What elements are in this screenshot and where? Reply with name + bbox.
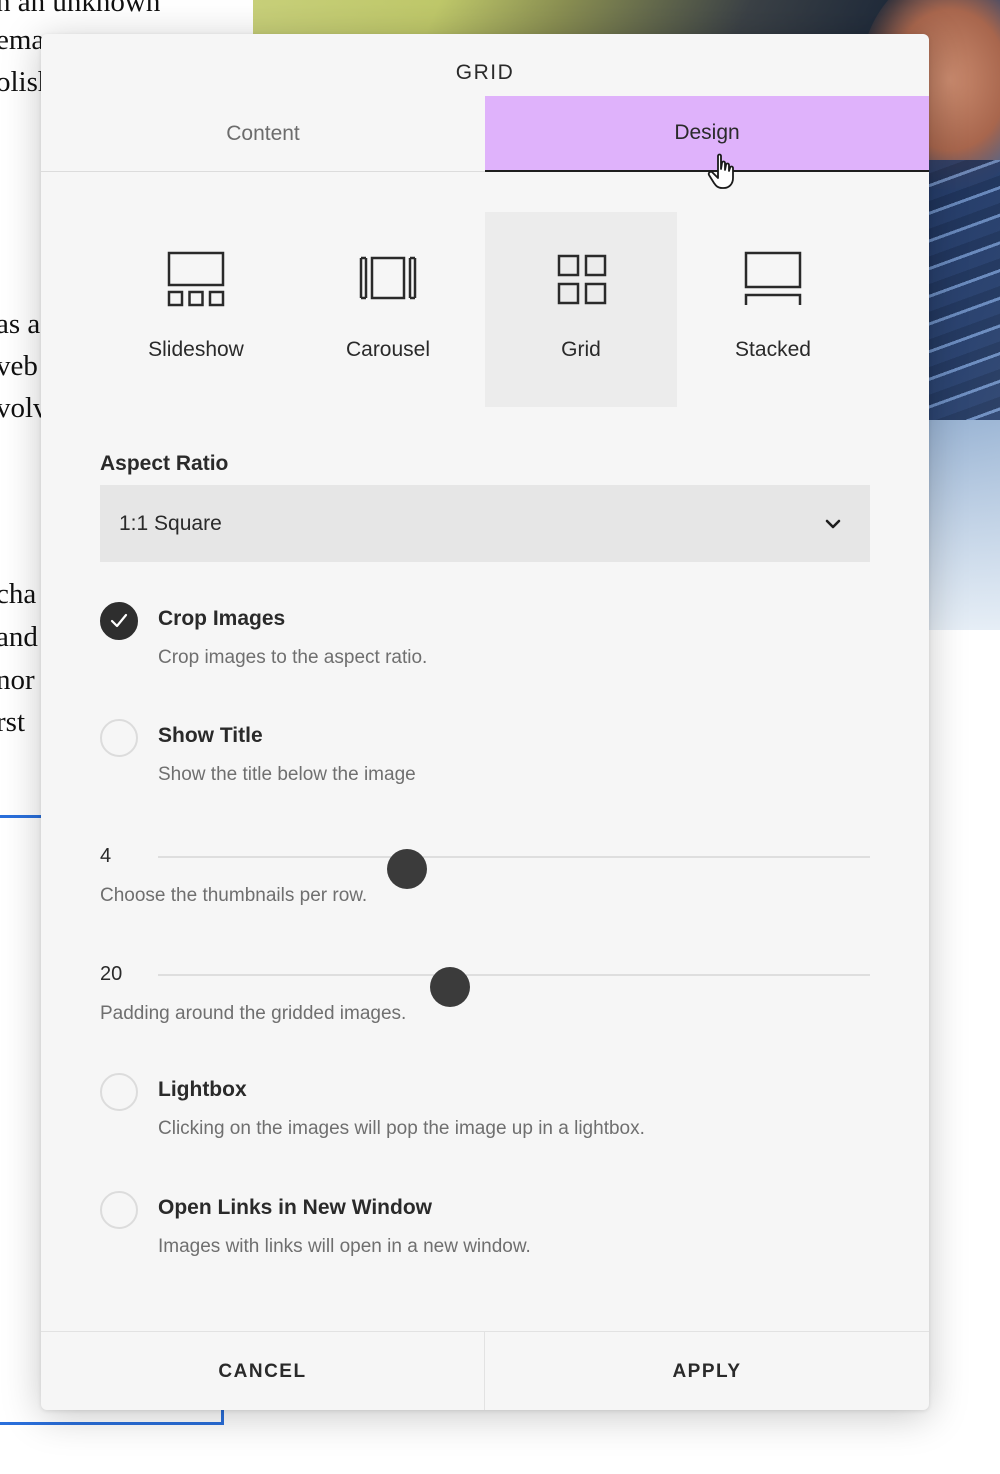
slider-track[interactable] (158, 967, 870, 1007)
slider-description: Choose the thumbnails per row. (100, 885, 368, 906)
show-title-checkbox[interactable] (100, 719, 138, 757)
option-title: Open Links in New Window (158, 1196, 432, 1219)
layout-option-carousel[interactable]: Carousel (292, 212, 484, 407)
carousel-icon (359, 256, 417, 300)
layout-label: Stacked (735, 338, 811, 361)
background-text-fragment: rst (0, 706, 25, 738)
background-divider (0, 815, 42, 818)
background-text-fragment: as a (0, 308, 41, 340)
layout-label: Grid (561, 338, 601, 361)
tab-bar: Content Design (41, 96, 929, 172)
grid-icon (557, 254, 607, 305)
option-description: Clicking on the images will pop the imag… (158, 1118, 645, 1139)
background-text-fragment: and (0, 621, 38, 653)
option-description: Images with links will open in a new win… (158, 1236, 531, 1257)
lightbox-checkbox[interactable] (100, 1073, 138, 1111)
open-links-checkbox[interactable] (100, 1191, 138, 1229)
aspect-ratio-label: Aspect Ratio (100, 452, 229, 475)
modal-footer: CANCEL APPLY (41, 1331, 929, 1410)
modal-title: GRID (455, 61, 515, 84)
aspect-ratio-select[interactable]: 1:1 Square (100, 485, 870, 562)
tab-content[interactable]: Content (41, 96, 485, 172)
option-description: Crop images to the aspect ratio. (158, 647, 428, 668)
background-text-fragment: ema (0, 24, 45, 56)
option-title: Crop Images (158, 607, 286, 630)
slider-description: Padding around the gridded images. (100, 1003, 407, 1024)
layout-picker: Slideshow Carousel Grid Stacked (100, 212, 870, 407)
cancel-button[interactable]: CANCEL (41, 1332, 485, 1410)
stacked-icon (744, 251, 802, 305)
background-text-fragment: veb (0, 350, 38, 382)
slider-track[interactable] (158, 849, 870, 889)
option-title: Show Title (158, 724, 263, 747)
layout-option-grid[interactable]: Grid (485, 212, 677, 407)
slider-handle[interactable] (429, 967, 470, 1007)
checkmark-icon (110, 613, 128, 628)
layout-label: Carousel (345, 338, 431, 361)
slider-value: 20 (100, 963, 123, 985)
background-text-fragment: nor (0, 664, 35, 696)
background-text-fragment: n an unknown (0, 0, 161, 18)
crop-images-checkbox[interactable] (100, 602, 138, 640)
apply-button[interactable]: APPLY (485, 1332, 929, 1410)
slideshow-icon (167, 251, 225, 307)
layout-option-slideshow[interactable]: Slideshow (100, 212, 292, 407)
hand-pointer-icon (707, 153, 734, 189)
layout-option-stacked[interactable]: Stacked (677, 212, 869, 407)
option-title: Lightbox (158, 1078, 247, 1101)
option-description: Show the title below the image (158, 764, 416, 785)
slider-handle[interactable] (387, 849, 428, 889)
aspect-ratio-value: 1:1 Square (119, 512, 222, 535)
background-text-fragment: cha (0, 578, 37, 610)
grid-settings-modal: GRID Content Design Slideshow Carousel G… (41, 34, 929, 1410)
slider-value: 4 (100, 845, 112, 867)
layout-label: Slideshow (148, 338, 244, 361)
chevron-down-icon (825, 519, 841, 529)
